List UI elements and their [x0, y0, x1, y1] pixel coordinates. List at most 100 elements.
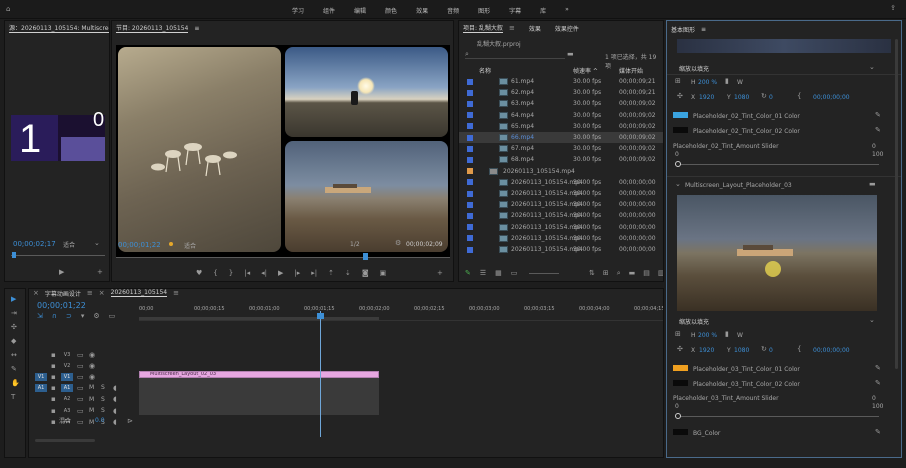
slider2-knob[interactable]	[675, 413, 681, 419]
label-color-swatch[interactable]	[467, 190, 473, 197]
lock-icon[interactable]: ▪	[51, 362, 56, 370]
program-tab[interactable]: 节目: 20260113_105154	[116, 23, 189, 33]
rotate-icon[interactable]: ↻	[761, 92, 767, 100]
sort-icon[interactable]: ⇅	[589, 269, 595, 277]
source-patch[interactable]: V1	[35, 372, 47, 381]
list-item[interactable]: 20260113_105154.mp4 30.00 fps 00;00;00;00	[459, 233, 663, 244]
panel-menu-icon[interactable]: ≡	[173, 289, 179, 297]
list-item[interactable]: 20260113_105154.mp4 30.00 fps 00;00;00;00	[459, 199, 663, 210]
mute-button[interactable]: M	[89, 396, 94, 403]
group-label[interactable]: Multiscreen_Layout_Placeholder_03	[685, 182, 792, 189]
marker-dot-icon[interactable]	[169, 242, 173, 246]
time-value[interactable]: 00;00;00;00	[813, 94, 850, 101]
slider2-value[interactable]: 0	[872, 395, 876, 402]
step-back-icon[interactable]: ◂|	[261, 269, 267, 277]
go-to-out-icon[interactable]: ▸|	[311, 269, 317, 277]
source-patch[interactable]: A1	[35, 383, 47, 392]
color-swatch-bg[interactable]	[673, 429, 688, 435]
home-icon[interactable]: ⌂	[6, 5, 10, 13]
label-color-swatch[interactable]	[467, 89, 473, 96]
lock-icon[interactable]: ▪	[51, 395, 56, 403]
eyedropper-icon[interactable]: ✎	[875, 126, 881, 134]
video-track-header[interactable]: ▪ V3 ▭ ◉	[29, 349, 137, 360]
microphone-icon[interactable]: ◖	[113, 384, 117, 392]
color-swatch-2[interactable]	[673, 127, 688, 133]
source-fit[interactable]: 适合	[63, 240, 75, 249]
link-icon[interactable]: ▮	[725, 77, 729, 85]
keyframe-icon[interactable]: {	[797, 92, 801, 100]
source-tab[interactable]: 源：20260113_105154: Multiscree	[9, 23, 109, 33]
label-color-swatch[interactable]	[467, 156, 473, 163]
menu-captions[interactable]: 字幕	[509, 6, 521, 15]
program-fit[interactable]: 适合	[184, 241, 196, 250]
track-label[interactable]: V3	[61, 351, 73, 359]
insert-overwrite-icon[interactable]: ⇲	[37, 312, 43, 320]
list-item[interactable]: 20260113_105154.mp4 30.00 fps 00;00;00;00	[459, 177, 663, 188]
height-value-2[interactable]: 200 %	[698, 332, 717, 339]
close-icon[interactable]: ×	[33, 289, 39, 297]
tab-effect-controls[interactable]: 效果控件	[555, 24, 579, 33]
mute-button[interactable]: M	[89, 407, 94, 414]
tab-project[interactable]: 项目: 乱糊大叙	[463, 23, 503, 33]
x-value[interactable]: 1920	[699, 94, 714, 101]
slider1-value[interactable]: 0	[872, 143, 876, 150]
mix-value[interactable]: 0.0	[95, 417, 105, 424]
list-item[interactable]: 20260113_105154.mp4	[459, 166, 663, 177]
chevron-down-icon[interactable]: ⌄	[675, 180, 681, 188]
menu-audio[interactable]: 音频	[447, 6, 459, 15]
settings-wrench-icon[interactable]: ⚙	[93, 312, 99, 320]
mix-track-header[interactable]: 混合 0.0 ⊳	[29, 415, 137, 426]
track-label[interactable]: A2	[61, 395, 73, 403]
solo-button[interactable]: S	[101, 384, 105, 391]
add-marker-icon[interactable]: ▾	[81, 312, 85, 320]
label-color-swatch[interactable]	[467, 179, 473, 186]
sync-icon[interactable]: ▭	[77, 362, 84, 370]
rotation-value-2[interactable]: 0	[769, 347, 773, 354]
eyedropper-icon[interactable]: ✎	[875, 364, 881, 372]
automate-icon[interactable]: ⊞	[603, 269, 609, 277]
panel-menu-icon[interactable]: ≡	[87, 289, 93, 297]
video-track-header[interactable]: ▪ V2 ▭ ◉	[29, 360, 137, 371]
col-start[interactable]: 媒体开始	[619, 66, 643, 75]
freeform-view-icon[interactable]: ▭	[511, 269, 518, 277]
list-item[interactable]: 63.mp4 30.00 fps 00;00;09;02	[459, 98, 663, 109]
type-icon[interactable]: T	[11, 393, 20, 401]
label-color-swatch[interactable]	[467, 168, 473, 175]
go-to-in-icon[interactable]: |◂	[244, 269, 250, 277]
pencil-icon[interactable]: ✎	[465, 269, 471, 277]
track-label[interactable]: A1	[61, 383, 73, 392]
play-icon[interactable]: ▶	[278, 269, 283, 277]
list-item[interactable]: 61.mp4 30.00 fps 00;00;09;21	[459, 76, 663, 87]
sync-icon[interactable]: ▭	[77, 407, 84, 415]
height-value[interactable]: 200 %	[698, 79, 717, 86]
eye-icon[interactable]: ◉	[89, 362, 95, 370]
keyframe-icon[interactable]: {	[797, 345, 801, 353]
list-item[interactable]: 20260113_105154.mp4 30.00 fps 00;00;00;00	[459, 210, 663, 221]
trash-icon[interactable]: ▥	[658, 269, 663, 277]
camera-icon[interactable]: ◙	[362, 269, 369, 277]
align-icon[interactable]: ⊞	[675, 77, 681, 85]
link-icon[interactable]: ▮	[725, 330, 729, 338]
track-select-icon[interactable]: ⇥	[11, 309, 20, 317]
menu-color[interactable]: 颜色	[385, 6, 397, 15]
ripple-edit-icon[interactable]: ✣	[11, 323, 20, 331]
chevron-down-icon[interactable]: ⌄	[869, 63, 875, 71]
sync-icon[interactable]: ▭	[77, 373, 84, 381]
linked-select-icon[interactable]: ⊃	[66, 312, 72, 320]
sync-icon[interactable]: ▭	[77, 384, 84, 392]
menu-assembly[interactable]: 组件	[323, 6, 335, 15]
list-view-icon[interactable]: ☰	[480, 269, 486, 277]
program-timecode[interactable]: 00;00;01;22	[118, 241, 161, 249]
icon-view-icon[interactable]: ▦	[495, 269, 502, 277]
label-color-swatch[interactable]	[467, 201, 473, 208]
add-icon[interactable]: +	[437, 269, 443, 277]
slider1-knob[interactable]	[675, 161, 681, 167]
lock-icon[interactable]: ▪	[51, 351, 56, 359]
track-label[interactable]: V2	[61, 362, 73, 370]
microphone-icon[interactable]: ◖	[113, 407, 117, 415]
chevron-down-icon[interactable]: ⌄	[869, 316, 875, 324]
extract-icon[interactable]: ⇣	[345, 269, 351, 277]
clip-multiscreen[interactable]: Multiscreen_Layout_02_03	[139, 371, 379, 378]
compare-icon[interactable]: ▣	[380, 269, 387, 277]
menu-learn[interactable]: 学习	[292, 6, 304, 15]
